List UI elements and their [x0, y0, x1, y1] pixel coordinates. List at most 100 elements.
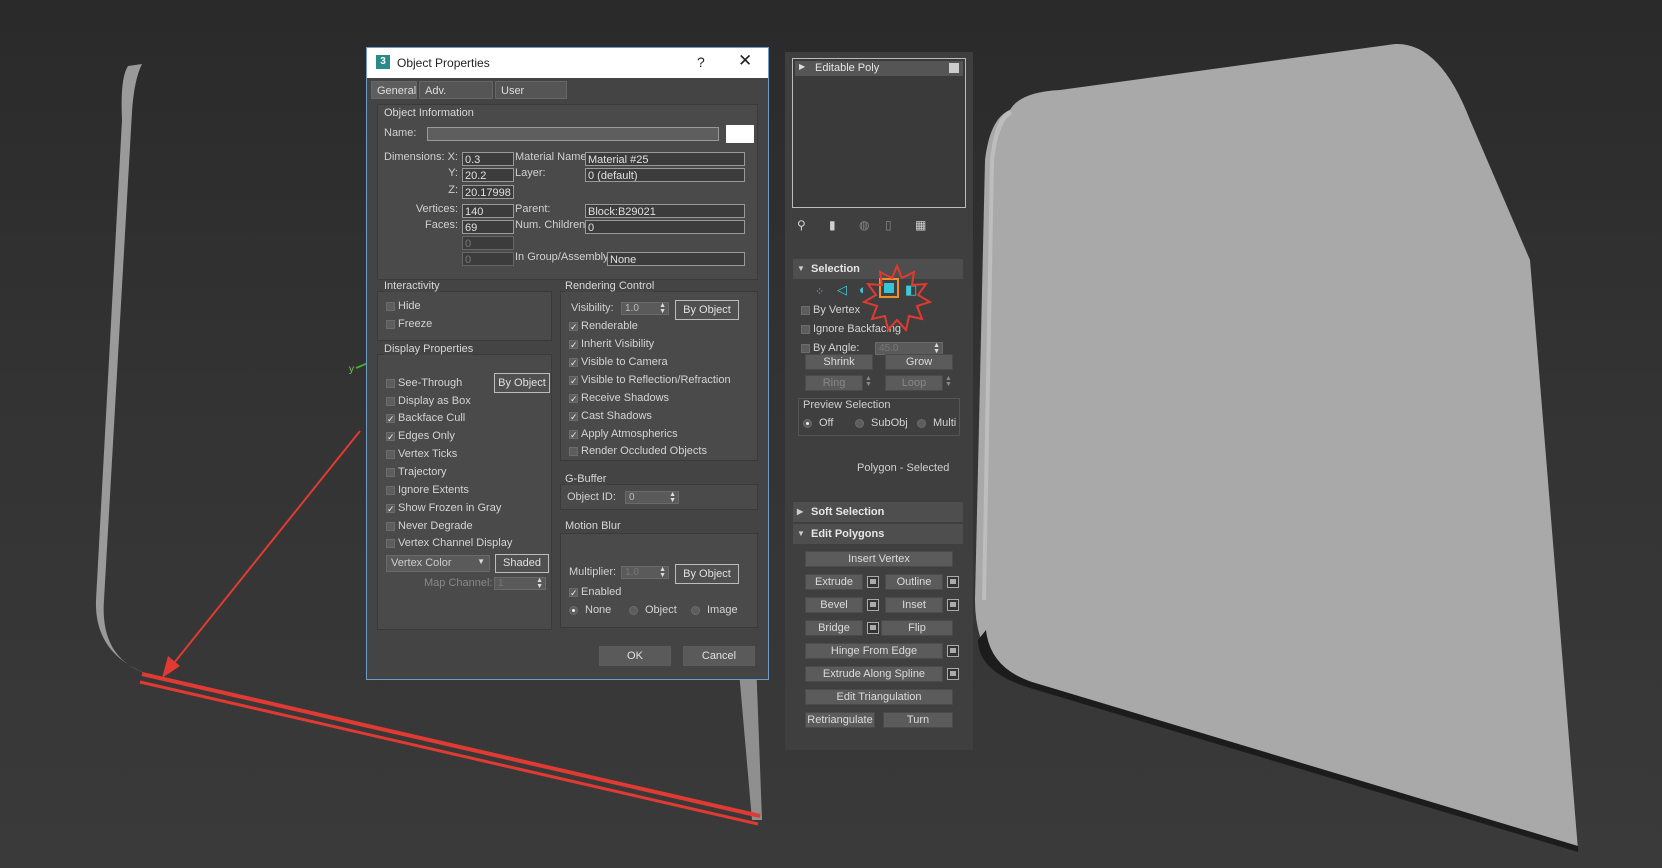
annotation-edge-line-1	[141, 672, 761, 818]
extra-count-field-1: 0	[462, 236, 514, 250]
expand-triangle-icon: ▶	[799, 62, 806, 71]
dimension-x-field: 0.3	[462, 152, 514, 166]
gbuffer-group: G-Buffer Object ID: 0 ▲ ▼	[560, 473, 758, 510]
dialog-title: Object Properties	[397, 56, 490, 70]
object-properties-dialog: 3 Object Properties ? ✕ General Adv. Lig…	[366, 47, 769, 680]
material-name-label: Material Name:	[515, 151, 590, 163]
display-properties-group: Display Properties By Object See-Through…	[377, 343, 552, 630]
dimension-y-field: 20.2	[462, 168, 514, 182]
object-color-swatch[interactable]	[726, 125, 754, 143]
pin-stack-icon[interactable]: ⚲	[797, 218, 806, 232]
name-field[interactable]	[427, 127, 719, 141]
ok-button[interactable]: OK	[599, 646, 671, 666]
group-assembly-field: None	[607, 252, 745, 266]
multiplier-label: Multiplier:	[569, 566, 617, 578]
tab-adv-lighting[interactable]: Adv. Lighting	[419, 81, 493, 115]
display-by-object-button[interactable]: By Object	[494, 373, 550, 393]
selection-status: Polygon - Selected	[857, 462, 950, 474]
motion-blur-by-object-button[interactable]: By Object	[675, 564, 739, 584]
extra-count-field-2: 0	[462, 252, 514, 266]
show-end-result-icon[interactable]: ▮	[829, 218, 836, 232]
close-icon[interactable]: ✕	[738, 51, 752, 71]
map-channel-spinner: 1 ▲ ▼	[494, 577, 546, 590]
num-children-field: 0	[585, 220, 745, 234]
extrude-button[interactable]: Extrude	[805, 574, 863, 590]
bevel-button[interactable]: Bevel	[805, 597, 863, 613]
parent-label: Parent:	[515, 203, 551, 215]
vertices-label: Vertices:	[415, 203, 458, 215]
object-information-group: Object Information Name: Dimensions: X: …	[377, 104, 758, 280]
parent-field: Block:B29021	[585, 204, 745, 218]
faces-label: Faces:	[424, 219, 458, 231]
ring-spinner-icon[interactable]: ▲ ▼	[865, 375, 872, 388]
extrude-settings-icon[interactable]	[867, 576, 879, 588]
edit-polygons-rollout-header[interactable]: ▼ Edit Polygons	[793, 524, 963, 544]
make-unique-icon[interactable]: ◍	[859, 218, 869, 232]
hinge-settings-icon[interactable]	[947, 645, 959, 657]
dialog-titlebar[interactable]: 3 Object Properties ? ✕	[367, 48, 768, 78]
edge-mode-icon[interactable]: ◁	[837, 282, 847, 298]
configure-modifier-sets-icon[interactable]: ▦	[915, 218, 926, 232]
bridge-button[interactable]: Bridge	[805, 620, 863, 636]
retriangulate-button[interactable]: Retriangulate	[805, 712, 875, 728]
loop-button[interactable]: Loop	[885, 375, 943, 391]
outline-settings-icon[interactable]	[947, 576, 959, 588]
tab-general[interactable]: General	[371, 81, 417, 99]
dimensions-label: Dimensions:	[384, 151, 445, 163]
annotation-arrow-backface	[169, 430, 361, 669]
interactivity-title: Interactivity	[384, 280, 440, 292]
left-panel-edge-bottom	[738, 660, 762, 820]
extrude-along-spline-button[interactable]: Extrude Along Spline	[805, 666, 943, 682]
tab-user-defined[interactable]: User Defined	[495, 81, 567, 115]
shrink-button[interactable]: Shrink	[805, 354, 873, 370]
inset-button[interactable]: Inset	[885, 597, 943, 613]
group-assembly-label: In Group/Assembly:	[515, 251, 612, 263]
remove-modifier-icon[interactable]: ▯	[885, 218, 892, 232]
turn-button[interactable]: Turn	[883, 712, 953, 728]
insert-vertex-button[interactable]: Insert Vertex	[805, 551, 953, 567]
vertex-color-dropdown[interactable]: Vertex Color ▼	[386, 555, 490, 572]
object-id-label: Object ID:	[567, 491, 616, 503]
command-panel: ▶ Editable Poly ⚲ ▮ ◍ ▯ ▦ ▼ Selection ⁘ ◁…	[785, 52, 973, 750]
layer-field: 0 (default)	[585, 168, 745, 182]
shaded-button[interactable]: Shaded	[495, 554, 549, 573]
motion-blur-group: Motion Blur Multiplier: 1.0 ▲ ▼ By Object …	[560, 520, 758, 628]
outline-button[interactable]: Outline	[885, 574, 943, 590]
vertices-field: 140	[462, 204, 514, 218]
motion-blur-title: Motion Blur	[565, 520, 621, 532]
annotation-edge-line-2	[139, 680, 759, 826]
visibility-spinner[interactable]: 1.0 ▲ ▼	[621, 302, 669, 315]
modifier-stack-item[interactable]: ▶ Editable Poly	[795, 61, 963, 76]
hinge-from-edge-button[interactable]: Hinge From Edge	[805, 643, 943, 659]
help-icon[interactable]: ?	[697, 54, 705, 70]
flip-button[interactable]: Flip	[881, 620, 953, 636]
ring-button[interactable]: Ring	[805, 375, 863, 391]
y-label: Y:	[448, 167, 458, 179]
x-label: X:	[447, 151, 458, 163]
soft-selection-rollout-header[interactable]: ▶ Soft Selection	[793, 502, 963, 522]
bevel-settings-icon[interactable]	[867, 599, 879, 611]
rendering-by-object-button[interactable]: By Object	[675, 300, 739, 320]
app-icon: 3	[376, 55, 390, 69]
inset-settings-icon[interactable]	[947, 599, 959, 611]
vertex-mode-icon[interactable]: ⁘	[815, 285, 824, 298]
grow-button[interactable]: Grow	[885, 354, 953, 370]
left-panel-edge	[95, 64, 150, 675]
loop-spinner-icon[interactable]: ▲ ▼	[945, 375, 952, 388]
bridge-settings-icon[interactable]	[867, 622, 879, 634]
edit-triangulation-button[interactable]: Edit Triangulation	[805, 689, 953, 705]
modifier-toggle-icon[interactable]	[949, 63, 959, 73]
visibility-label: Visibility:	[571, 302, 614, 314]
z-label: Z:	[448, 184, 458, 196]
cancel-button[interactable]: Cancel	[683, 646, 755, 666]
num-children-label: Num. Children:	[515, 219, 589, 231]
rendering-control-title: Rendering Control	[565, 280, 655, 292]
faces-field: 69	[462, 220, 514, 234]
multiplier-spinner: 1.0 ▲ ▼	[621, 566, 669, 579]
dimension-z-field: 20.17998	[462, 185, 514, 199]
preview-selection-title: Preview Selection	[803, 399, 891, 411]
extrude-along-spline-settings-icon[interactable]	[947, 668, 959, 680]
material-name-field: Material #25	[585, 152, 745, 166]
object-id-spinner[interactable]: 0 ▲ ▼	[625, 491, 679, 504]
modifier-stack[interactable]: ▶ Editable Poly	[792, 58, 966, 208]
